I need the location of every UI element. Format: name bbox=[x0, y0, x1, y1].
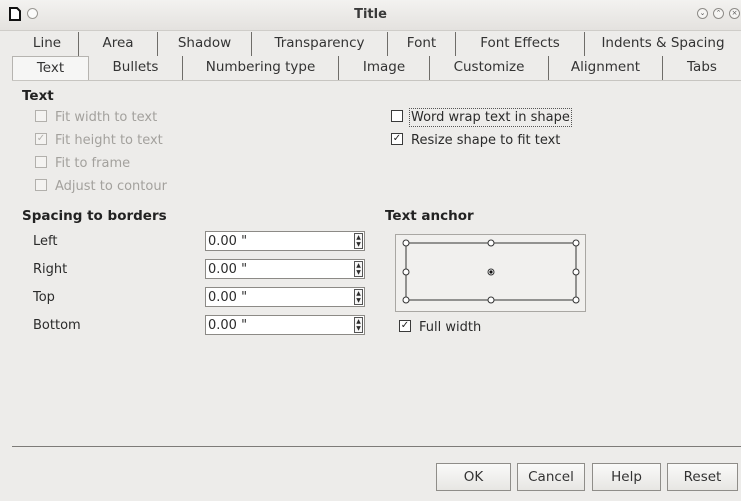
spin-arrows-icon[interactable]: ▲ ▼ bbox=[354, 289, 363, 305]
fit-width-label: Fit width to text bbox=[55, 110, 158, 125]
maximize-icon[interactable]: ⌃ bbox=[713, 8, 724, 19]
resize-shape-option[interactable]: ✓ Resize shape to fit text bbox=[391, 132, 560, 150]
left-spinbox[interactable]: 0.00 " ▲ ▼ bbox=[205, 231, 365, 251]
left-label: Left bbox=[33, 234, 58, 249]
tab-shadow[interactable]: Shadow bbox=[158, 32, 252, 56]
checkbox-icon[interactable] bbox=[35, 109, 47, 122]
full-width-label: Full width bbox=[419, 320, 482, 335]
checkbox-checked-icon[interactable]: ✓ bbox=[391, 132, 403, 145]
tab-customize[interactable]: Customize bbox=[430, 56, 549, 80]
resize-shape-label: Resize shape to fit text bbox=[411, 133, 561, 148]
close-icon[interactable]: × bbox=[729, 8, 740, 19]
tab-line[interactable]: Line bbox=[16, 32, 79, 56]
checkbox-icon[interactable] bbox=[35, 178, 47, 191]
adjust-to-contour-option[interactable]: Adjust to contour bbox=[35, 178, 167, 196]
bottom-value[interactable]: 0.00 " bbox=[208, 317, 247, 334]
checkbox-icon[interactable] bbox=[391, 109, 403, 122]
tab-alignment[interactable]: Alignment bbox=[549, 56, 663, 80]
tab-image[interactable]: Image bbox=[339, 56, 430, 80]
title-bar: Title ⌄ ⌃ × bbox=[0, 0, 741, 31]
spin-arrows-icon[interactable]: ▲ ▼ bbox=[354, 317, 363, 333]
tab-bullets[interactable]: Bullets bbox=[89, 56, 183, 80]
left-value[interactable]: 0.00 " bbox=[208, 233, 247, 250]
adjust-to-contour-label: Adjust to contour bbox=[55, 179, 167, 194]
tab-text[interactable]: Text bbox=[12, 56, 89, 81]
right-value[interactable]: 0.00 " bbox=[208, 261, 247, 278]
tab-indents-spacing[interactable]: Indents & Spacing bbox=[585, 32, 741, 56]
tab-tabs[interactable]: Tabs bbox=[663, 56, 741, 80]
checkbox-icon[interactable] bbox=[35, 155, 47, 168]
top-spinbox[interactable]: 0.00 " ▲ ▼ bbox=[205, 287, 365, 307]
fit-height-option[interactable]: ✓ Fit height to text bbox=[35, 132, 163, 150]
right-label: Right bbox=[33, 262, 68, 277]
text-heading: Text bbox=[22, 88, 54, 104]
fit-height-label: Fit height to text bbox=[55, 133, 163, 148]
tab-transparency[interactable]: Transparency bbox=[252, 32, 388, 56]
cancel-button[interactable]: Cancel bbox=[517, 463, 585, 491]
reset-button[interactable]: Reset bbox=[667, 463, 738, 491]
word-wrap-option[interactable]: Word wrap text in shape bbox=[391, 108, 572, 127]
tab-font[interactable]: Font bbox=[388, 32, 456, 56]
full-width-option[interactable]: ✓ Full width bbox=[399, 319, 481, 337]
spacing-heading: Spacing to borders bbox=[22, 208, 167, 224]
tab-font-effects[interactable]: Font Effects bbox=[456, 32, 585, 56]
right-spinbox[interactable]: 0.00 " ▲ ▼ bbox=[205, 259, 365, 279]
ok-button[interactable]: OK bbox=[436, 463, 511, 491]
text-anchor-selector[interactable] bbox=[395, 234, 586, 312]
anchor-grid-icon[interactable] bbox=[396, 235, 585, 311]
tab-numbering-type[interactable]: Numbering type bbox=[183, 56, 339, 80]
help-button[interactable]: Help bbox=[592, 463, 661, 491]
top-value[interactable]: 0.00 " bbox=[208, 289, 247, 306]
checkbox-checked-icon[interactable]: ✓ bbox=[35, 132, 47, 145]
spin-arrows-icon[interactable]: ▲ ▼ bbox=[354, 261, 363, 277]
word-wrap-label: Word wrap text in shape bbox=[409, 108, 572, 127]
window-title: Title bbox=[354, 7, 387, 22]
fit-width-option[interactable]: Fit width to text bbox=[35, 109, 157, 127]
tab-area[interactable]: Area bbox=[79, 32, 158, 56]
bottom-spinbox[interactable]: 0.00 " ▲ ▼ bbox=[205, 315, 365, 335]
fit-to-frame-option[interactable]: Fit to frame bbox=[35, 155, 130, 173]
top-label: Top bbox=[33, 290, 55, 305]
bottom-label: Bottom bbox=[33, 318, 81, 333]
tab-row-1: Line Area Shadow Transparency Font Font … bbox=[16, 32, 741, 56]
fit-to-frame-label: Fit to frame bbox=[55, 156, 131, 171]
minimize-icon[interactable]: ⌄ bbox=[697, 8, 708, 19]
checkbox-checked-icon[interactable]: ✓ bbox=[399, 319, 411, 332]
tab-row-2: Text Bullets Numbering type Image Custom… bbox=[12, 56, 741, 81]
text-anchor-heading: Text anchor bbox=[385, 208, 474, 224]
spin-arrows-icon[interactable]: ▲ ▼ bbox=[354, 233, 363, 249]
